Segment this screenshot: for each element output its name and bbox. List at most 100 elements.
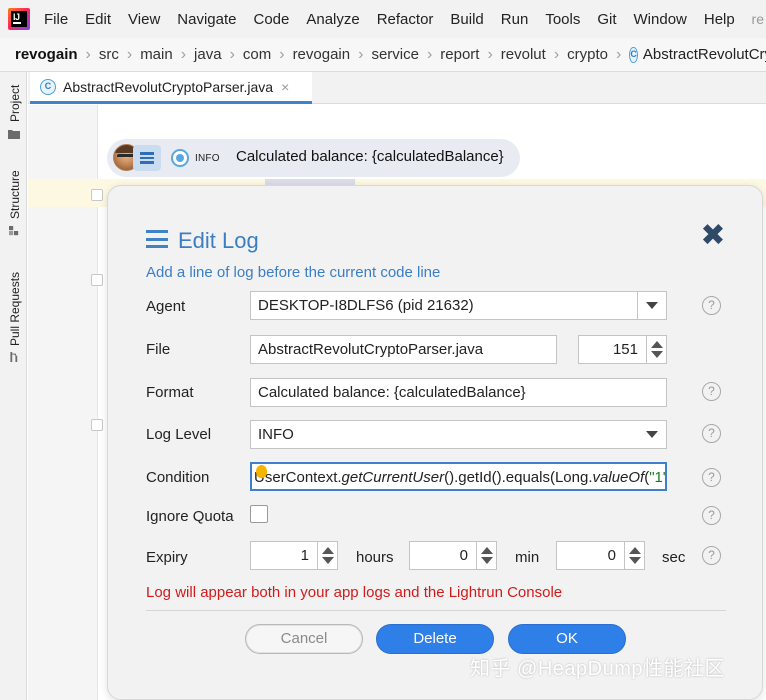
expiry-seconds-stepper[interactable]: 0 (556, 541, 645, 570)
log-action-icon[interactable] (133, 145, 161, 171)
chevron-right-icon: › (85, 45, 91, 63)
format-field[interactable]: Calculated balance: {calculatedBalance} (250, 378, 667, 407)
ignore-quota-checkbox[interactable] (250, 505, 268, 523)
intellij-logo-icon: IJ (8, 8, 30, 30)
help-icon[interactable]: ? (702, 424, 721, 443)
seconds-unit: sec (662, 549, 686, 566)
log-level-value: INFO (258, 426, 294, 443)
help-icon[interactable]: ? (702, 296, 721, 315)
menu-edit[interactable]: Edit (85, 11, 111, 28)
hours-unit: hours (356, 549, 394, 566)
log-status-icon (171, 149, 189, 167)
help-icon[interactable]: ? (702, 382, 721, 401)
log-icon (146, 230, 168, 248)
menu-view[interactable]: View (128, 11, 160, 28)
help-icon[interactable]: ? (702, 468, 721, 487)
menu-items: File Edit View Navigate Code Analyze Ref… (44, 0, 752, 38)
stepper-arrows-icon[interactable] (646, 336, 666, 363)
chevron-down-icon[interactable] (637, 421, 666, 448)
menu-help[interactable]: Help (704, 11, 735, 28)
menu-file[interactable]: File (44, 11, 68, 28)
tool-window-label: Structure (8, 170, 22, 219)
close-icon[interactable]: × (281, 79, 289, 95)
breadcrumb-item[interactable]: main (140, 46, 173, 63)
expiry-minutes-stepper[interactable]: 0 (409, 541, 497, 570)
watermark: 知乎 @HeapDump性能社区 (470, 658, 726, 680)
breadcrumb-current[interactable]: AbstractRevolutCrypto (643, 46, 766, 63)
format-label: Format (146, 384, 194, 401)
chevron-right-icon: › (487, 45, 493, 63)
menu-git[interactable]: Git (597, 11, 616, 28)
breadcrumb-item[interactable]: revogain (293, 46, 351, 63)
agent-label: Agent (146, 298, 186, 315)
line-number-stepper[interactable]: 151 (578, 335, 667, 364)
folder-icon (8, 130, 20, 139)
menu-build[interactable]: Build (450, 11, 483, 28)
stepper-arrows-icon[interactable] (317, 542, 337, 569)
breadcrumb-item[interactable]: src (99, 46, 119, 63)
breadcrumb-item[interactable]: revolut (501, 46, 546, 63)
warning-text: Log will appear both in your app logs an… (146, 584, 563, 601)
expiry-label: Expiry (146, 549, 188, 566)
agent-value: DESKTOP-I8DLFS6 (pid 21632) (258, 297, 474, 314)
edit-log-dialog: Edit Log ✖ Add a line of log before the … (107, 185, 763, 700)
menu-run[interactable]: Run (501, 11, 529, 28)
fold-marker-icon[interactable] (91, 419, 103, 431)
lightrun-log-inlay[interactable]: INFO Calculated balance: {calculatedBala… (107, 139, 520, 177)
chevron-right-icon: › (426, 45, 433, 63)
format-value: Calculated balance: {calculatedBalance} (258, 384, 526, 401)
breadcrumb-item[interactable]: java (194, 46, 222, 63)
log-level-badge: INFO (195, 153, 220, 164)
log-level-dropdown[interactable]: INFO (250, 420, 667, 449)
agent-dropdown[interactable]: DESKTOP-I8DLFS6 (pid 21632) (250, 291, 667, 320)
chevron-right-icon: › (180, 45, 187, 63)
file-value: AbstractRevolutCryptoParser.java (258, 341, 484, 358)
tab-abstract-revolut-crypto-parser[interactable]: C AbstractRevolutCryptoParser.java × (30, 72, 312, 104)
menu-analyze[interactable]: Analyze (306, 11, 359, 28)
fold-marker-icon[interactable] (91, 189, 103, 201)
ok-button[interactable]: OK (508, 624, 626, 654)
lightbulb-icon[interactable] (256, 465, 267, 478)
tool-window-strip: Project Structure Pull Requests (0, 72, 27, 700)
structure-icon (9, 226, 19, 236)
file-field[interactable]: AbstractRevolutCryptoParser.java (250, 335, 557, 364)
menu-window[interactable]: Window (634, 11, 687, 28)
tool-window-label: Pull Requests (8, 271, 22, 346)
chevron-right-icon: › (229, 45, 235, 63)
menu-navigate[interactable]: Navigate (177, 11, 236, 28)
help-icon[interactable]: ? (702, 506, 721, 525)
tool-window-structure[interactable]: Structure (0, 164, 27, 244)
tool-window-label: Project (8, 84, 22, 122)
expiry-hours-stepper[interactable]: 1 (250, 541, 338, 570)
help-icon[interactable]: ? (702, 546, 721, 565)
stepper-arrows-icon[interactable] (624, 542, 644, 569)
window-title-fragment: re (751, 11, 764, 27)
minutes-unit: min (515, 549, 540, 566)
breadcrumb-item[interactable]: revogain (15, 46, 78, 63)
tool-window-project[interactable]: Project (0, 72, 27, 152)
fold-marker-icon[interactable] (91, 274, 103, 286)
chevron-right-icon: › (279, 45, 285, 63)
dialog-subtitle: Add a line of log before the current cod… (146, 264, 441, 281)
menu-code[interactable]: Code (253, 11, 289, 28)
tab-label: AbstractRevolutCryptoParser.java (63, 78, 274, 95)
delete-button[interactable]: Delete (376, 624, 494, 654)
chevron-right-icon: › (358, 45, 364, 63)
condition-label: Condition (146, 469, 210, 486)
menu-tools[interactable]: Tools (545, 11, 580, 28)
chevron-right-icon: › (553, 45, 560, 63)
condition-field[interactable]: UserContext.getCurrentUser().getId().equ… (250, 462, 667, 491)
breadcrumb: revogain › src › main › java › com › rev… (0, 38, 766, 72)
breadcrumb-item[interactable]: com (243, 46, 271, 63)
cancel-button[interactable]: Cancel (245, 624, 363, 654)
breadcrumb-item[interactable]: crypto (567, 46, 608, 63)
expiry-seconds-value: 0 (607, 547, 616, 564)
menu-refactor[interactable]: Refactor (377, 11, 434, 28)
breadcrumb-item[interactable]: report (440, 46, 479, 63)
java-class-icon: C (629, 46, 638, 63)
stepper-arrows-icon[interactable] (476, 542, 496, 569)
breadcrumb-item[interactable]: service (371, 46, 419, 63)
tool-window-pull-requests[interactable]: Pull Requests (0, 262, 27, 372)
close-dialog-button[interactable]: ✖ (698, 221, 728, 252)
chevron-down-icon[interactable] (637, 292, 666, 319)
